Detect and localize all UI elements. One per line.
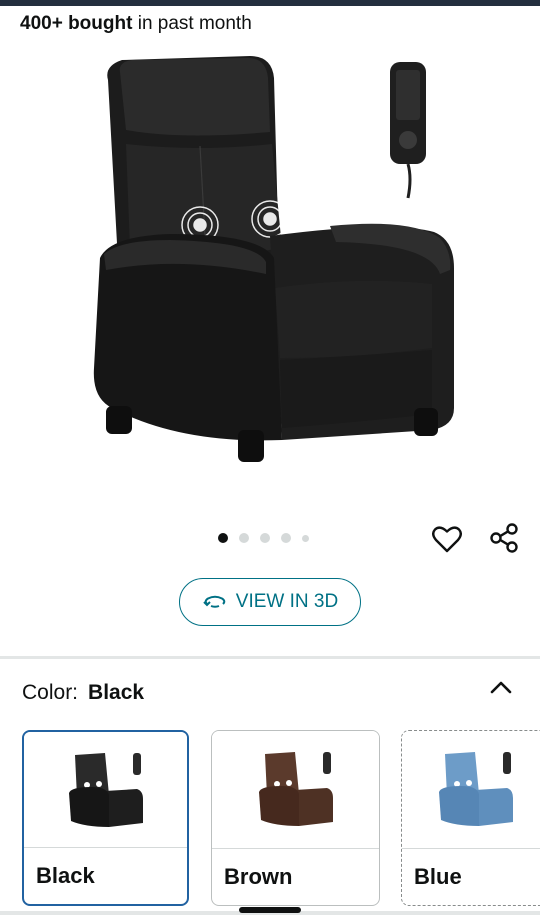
recliner-chair-illustration: [93, 56, 454, 462]
share-button[interactable]: [486, 520, 522, 556]
recliner-thumbnail-black: [68, 752, 143, 827]
swatch-thumbnail: [212, 731, 379, 850]
add-to-wishlist-button[interactable]: [430, 522, 464, 556]
color-label-text: Color:: [22, 681, 79, 704]
share-icon: [490, 523, 518, 553]
color-selection-label: Color: Black: [22, 680, 144, 706]
carousel-dot[interactable]: [302, 534, 309, 542]
chevron-up-icon: [490, 681, 512, 694]
product-image-recliner[interactable]: [60, 48, 480, 468]
bought-in-past-month: 400+ bought in past month: [20, 12, 252, 36]
view-in-3d-button[interactable]: VIEW IN 3D: [179, 578, 361, 626]
section-divider: [0, 656, 540, 659]
rotate-3d-icon: [203, 595, 226, 608]
swatch-thumbnail: [402, 731, 540, 850]
swatch-name: Black: [24, 847, 187, 904]
heart-icon: [432, 526, 462, 553]
top-status-bar: [0, 0, 540, 6]
bought-suffix: in past month: [132, 13, 252, 34]
carousel-dot[interactable]: [281, 533, 291, 543]
carousel-dot[interactable]: [218, 533, 228, 543]
color-swatch-blue[interactable]: Blue: [401, 730, 540, 906]
recliner-thumbnail-blue: [439, 751, 513, 826]
swatch-name: Brown: [212, 848, 379, 905]
recliner-thumbnail-brown: [258, 751, 333, 826]
home-indicator-handle[interactable]: [239, 907, 301, 913]
selected-color-value: Black: [88, 681, 145, 704]
color-swatch-brown[interactable]: Brown: [211, 730, 380, 906]
carousel-dot[interactable]: [260, 533, 270, 543]
swatch-name: Blue: [402, 848, 540, 905]
color-swatch-black[interactable]: Black: [22, 730, 189, 906]
swatch-thumbnail: [24, 732, 187, 851]
carousel-dot[interactable]: [239, 533, 249, 543]
bought-count: 400+ bought: [20, 13, 133, 34]
view-in-3d-label: VIEW IN 3D: [235, 591, 339, 612]
collapse-color-options-button[interactable]: [486, 672, 516, 702]
image-carousel-dots[interactable]: [218, 531, 309, 545]
